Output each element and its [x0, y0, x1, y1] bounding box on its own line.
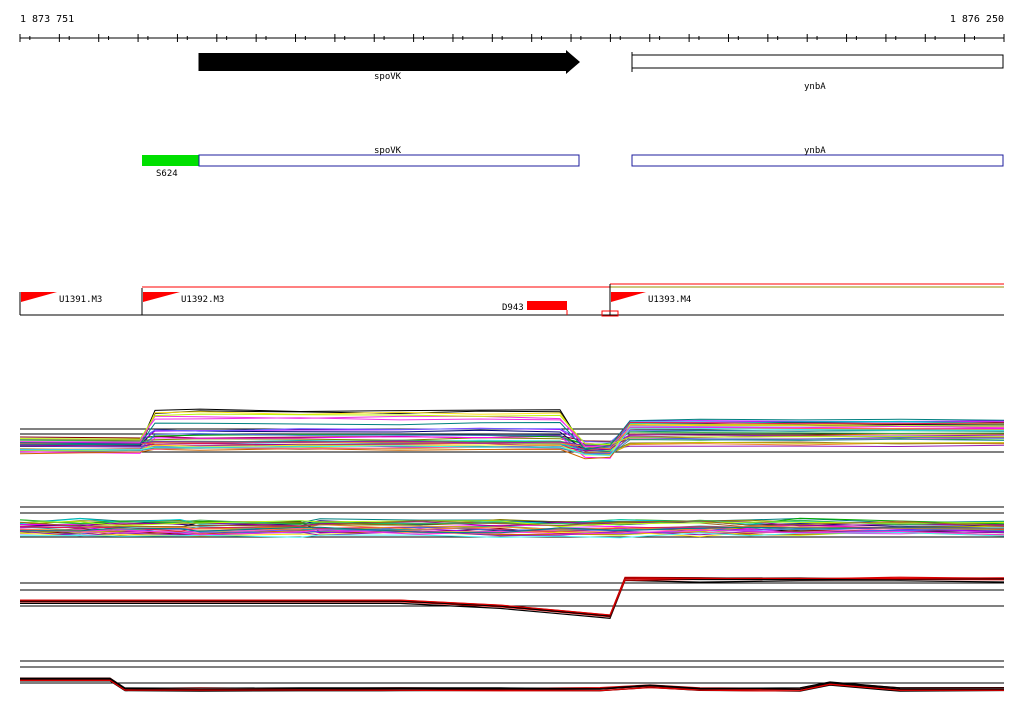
- regulatory-d943[interactable]: D943: [502, 301, 568, 315]
- start-site-label: S624: [156, 169, 178, 179]
- expression-track-2: [19, 506, 1005, 539]
- tu-u1392[interactable]: U1392.M3: [141, 288, 224, 315]
- tu-u1393[interactable]: U1393.M4: [601, 284, 691, 317]
- expression-series-line: [20, 579, 1005, 619]
- expression-series-line: [20, 577, 1005, 617]
- annotation-spovk[interactable]: spoVK: [198, 146, 580, 167]
- gene-spovk[interactable]: spoVK: [198, 50, 580, 82]
- tu-label-u1391: U1391.M3: [59, 295, 102, 305]
- gene-ynba[interactable]: ynbA: [631, 52, 1004, 92]
- genome-canvas: spoVK ynbA S624 spoVK ynbA U1391.M3 U139…: [19, 34, 1005, 692]
- annotation-label-ynba: ynbA: [804, 146, 826, 156]
- expression-track-3: [20, 576, 1005, 619]
- transcription-unit-track: U1391.M3 U1392.M3 U1393.M4 D943: [19, 283, 1004, 317]
- gene-label-spovk: spoVK: [374, 72, 402, 82]
- start-site-box[interactable]: [142, 155, 199, 166]
- annotation-ynba[interactable]: ynbA: [631, 146, 1004, 167]
- tu-u1391[interactable]: U1391.M3: [19, 292, 102, 315]
- gene-label-ynba: ynbA: [804, 82, 826, 92]
- tu-flag-icon: [21, 292, 57, 302]
- tu-label-u1393: U1393.M4: [648, 295, 691, 305]
- tu-flag-icon: [143, 292, 180, 302]
- coordinate-ruler: [19, 34, 1005, 42]
- expression-track-1: [19, 408, 1005, 460]
- promoter-box: [527, 301, 567, 310]
- tu-label-u1392: U1392.M3: [181, 295, 224, 305]
- regulatory-label-d943: D943: [502, 303, 524, 313]
- gene-track: spoVK ynbA: [198, 50, 1004, 92]
- annotation-track: S624 spoVK ynbA: [142, 146, 1004, 179]
- expression-track-4: [20, 660, 1005, 692]
- genome-browser-view: 1 873 751 1 876 250 spoVK ynbA S624 spoV…: [0, 0, 1024, 714]
- tu-flag-icon: [611, 292, 646, 302]
- annotation-label-spovk: spoVK: [374, 146, 402, 156]
- expression-series-line: [20, 578, 1005, 618]
